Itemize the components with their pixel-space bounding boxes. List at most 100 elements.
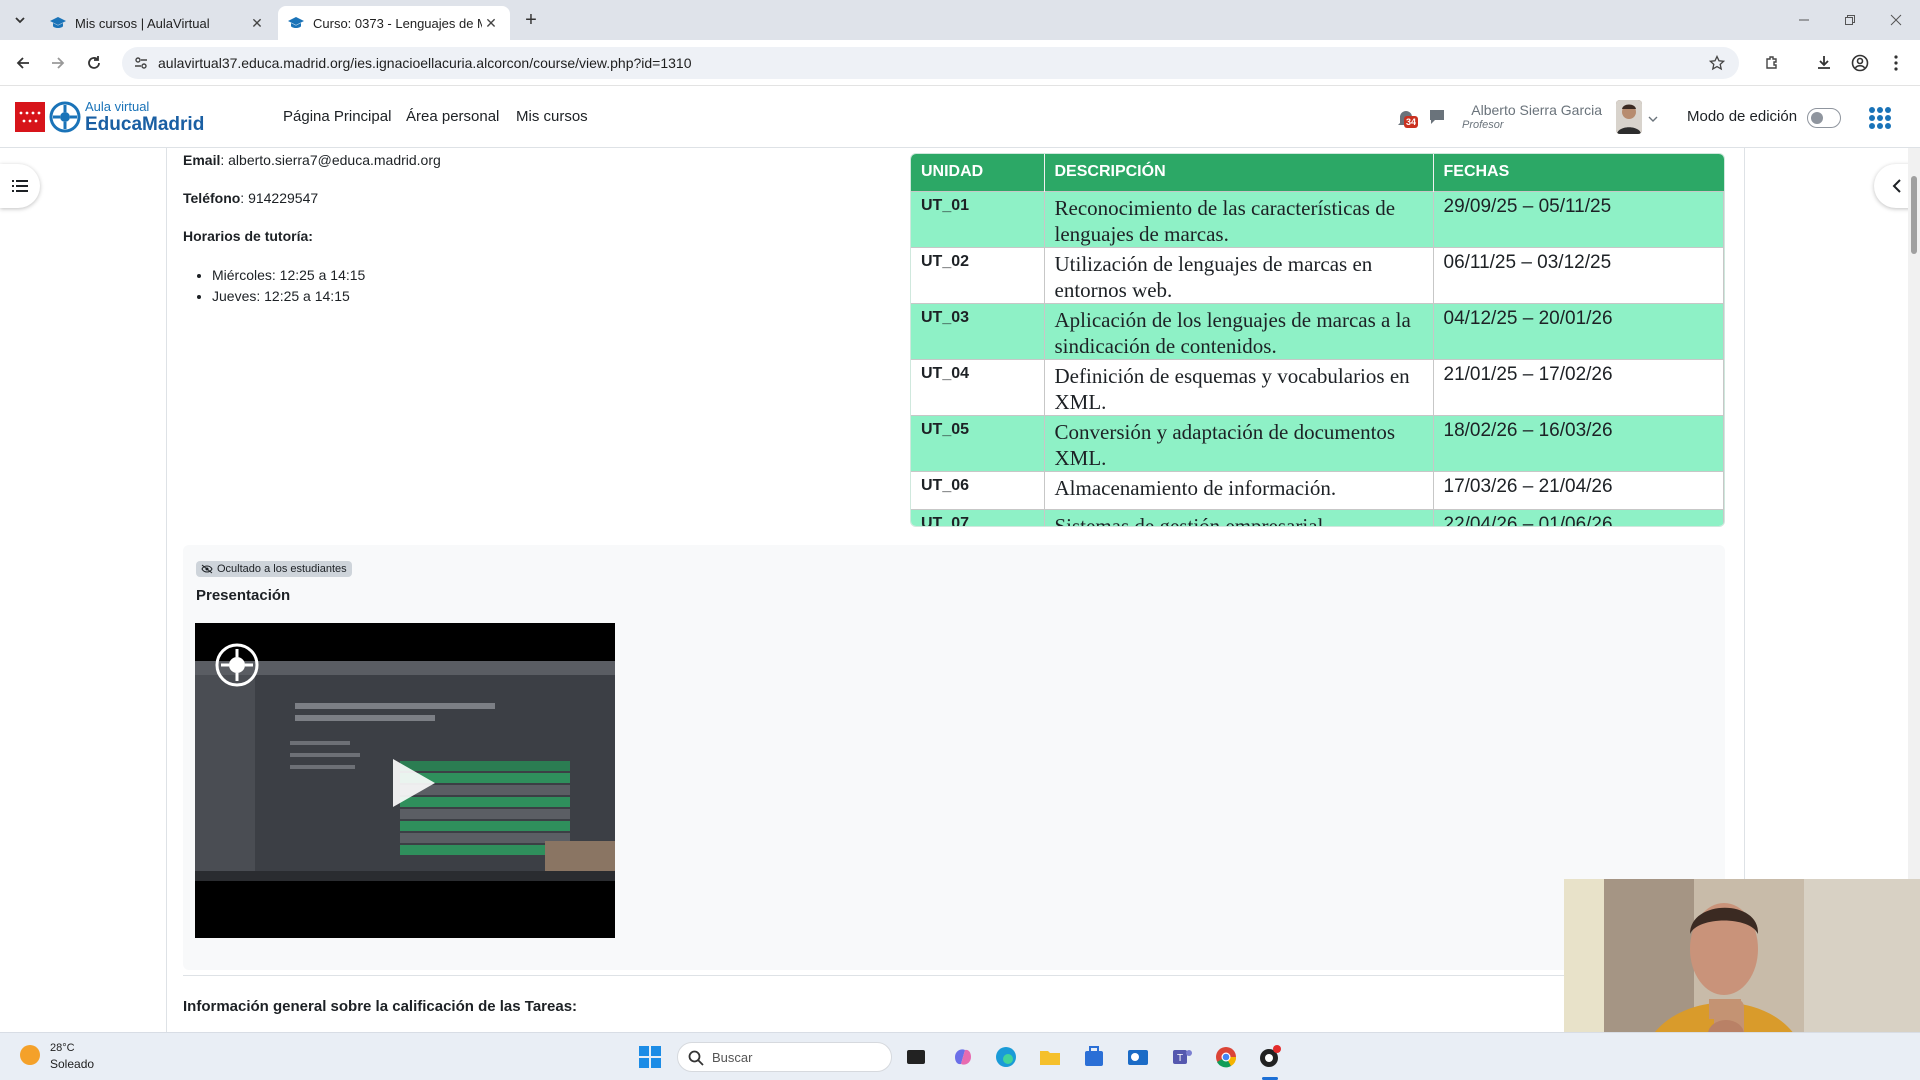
close-tab-icon[interactable]: ✕ — [482, 14, 500, 32]
new-tab-button[interactable]: + — [520, 9, 542, 31]
email-label: Email — [183, 152, 221, 168]
table-row: UT_02 Utilización de lenguajes de marcas… — [911, 246, 1724, 303]
unit-cell: UT_07 — [911, 508, 1045, 526]
bookmark-star-icon[interactable] — [1709, 55, 1725, 71]
edit-mode-label: Modo de edición — [1687, 108, 1798, 125]
play-icon[interactable] — [381, 753, 441, 813]
logo-title: EducaMadrid — [85, 114, 205, 135]
video-channel-logo-icon — [215, 643, 259, 687]
dates-cell: 29/09/25 – 05/11/25 — [1433, 190, 1724, 247]
dates-cell: 04/12/25 – 20/01/26 — [1433, 302, 1724, 359]
description-cell: Sistemas de gestión empresarial. — [1044, 508, 1434, 526]
logo-subtitle: Aula virtual — [85, 99, 150, 114]
chevron-left-icon — [1892, 179, 1901, 193]
madrid-flag-icon — [15, 102, 45, 132]
download-icon[interactable] — [1812, 51, 1836, 75]
table-row: UT_01 Reconocimiento de las característi… — [911, 190, 1724, 247]
description-cell: Utilización de lenguajes de marcas en en… — [1044, 246, 1434, 303]
table-row: UT_05 Conversión y adaptación de documen… — [911, 414, 1724, 471]
presentation-title: Presentación — [196, 587, 291, 604]
task-view-icon[interactable] — [904, 1045, 928, 1069]
browser-menu-icon[interactable] — [1884, 51, 1908, 75]
presentation-video[interactable] — [195, 623, 615, 938]
description-cell: Conversión y adaptación de documentos XM… — [1044, 414, 1434, 471]
edge-browser-icon[interactable] — [994, 1045, 1018, 1069]
taskbar-search[interactable]: Buscar — [677, 1042, 892, 1072]
notification-count-badge: 34 — [1404, 116, 1419, 128]
tutoring-hours-label: Horarios de tutoría: — [183, 228, 313, 244]
extensions-icon[interactable] — [1760, 51, 1784, 75]
user-menu-chevron-icon[interactable] — [1648, 115, 1658, 123]
chrome-icon[interactable] — [1214, 1045, 1238, 1069]
tab-search-button[interactable] — [8, 8, 32, 32]
unit-cell: UT_04 — [911, 358, 1045, 415]
profile-icon[interactable] — [1848, 51, 1872, 75]
site-settings-icon[interactable] — [134, 56, 148, 70]
nav-area-personal[interactable]: Área personal — [406, 108, 499, 125]
phone-label: Teléfono — [183, 190, 241, 206]
column-header-descripcion: DESCRIPCIÓN — [1044, 154, 1434, 191]
hidden-from-students-badge: Ocultado a los estudiantes — [196, 561, 352, 577]
email-line: Email: alberto.sierra7@educa.madrid.org — [183, 152, 441, 168]
close-window-icon[interactable] — [1884, 8, 1908, 32]
windows-taskbar: 28°C Soleado Buscar T — [0, 1032, 1920, 1080]
graduation-cap-icon — [50, 17, 66, 28]
weather-temperature: 28°C — [50, 1042, 75, 1054]
restore-icon[interactable] — [1838, 8, 1862, 32]
table-row: UT_04 Definición de esquemas y vocabular… — [911, 358, 1724, 415]
dates-cell: 06/11/25 – 03/12/25 — [1433, 246, 1724, 303]
chevron-down-icon — [15, 17, 25, 24]
edit-mode-toggle[interactable] — [1807, 108, 1841, 128]
dates-cell: 17/03/26 – 21/04/26 — [1433, 470, 1724, 509]
unit-cell: UT_06 — [911, 470, 1045, 509]
unit-cell: UT_02 — [911, 246, 1045, 303]
apps-grid-icon[interactable] — [1868, 106, 1892, 130]
weather-condition: Soleado — [50, 1057, 95, 1071]
screen-recorder-icon[interactable] — [1258, 1045, 1282, 1069]
minimize-icon[interactable] — [1792, 8, 1816, 32]
message-icon[interactable] — [1428, 108, 1446, 126]
description-cell: Aplicación de los lenguajes de marcas a … — [1044, 302, 1434, 359]
nav-pagina-principal[interactable]: Página Principal — [283, 108, 391, 125]
email-link[interactable]: : alberto.sierra7@educa.madrid.org — [220, 152, 440, 168]
sun-icon[interactable] — [20, 1045, 40, 1065]
unit-cell: UT_03 — [911, 302, 1045, 359]
grading-info-heading: Información general sobre la calificació… — [183, 998, 578, 1015]
scrollbar-thumb[interactable] — [1911, 176, 1917, 254]
table-row: UT_03 Aplicación de los lenguajes de mar… — [911, 302, 1724, 359]
dates-cell: 18/02/26 – 16/03/26 — [1433, 414, 1724, 471]
close-tab-icon[interactable]: ✕ — [248, 14, 266, 32]
phone-value: : 914229547 — [240, 190, 319, 206]
address-bar[interactable]: aulavirtual37.educa.madrid.org/ies.ignac… — [122, 47, 1739, 79]
tab-mis-cursos[interactable]: Mis cursos | AulaVirtual ✕ — [40, 6, 276, 40]
forward-icon[interactable] — [46, 51, 70, 75]
tab-curso-0373[interactable]: Curso: 0373 - Lenguajes de Ma ✕ — [278, 6, 510, 40]
outlook-icon[interactable] — [1126, 1045, 1150, 1069]
user-name: Alberto Sierra Garcia — [1471, 102, 1602, 118]
educamadrid-logo[interactable]: Aula virtual EducaMadrid — [15, 100, 204, 134]
copilot-icon[interactable] — [951, 1045, 975, 1069]
reload-icon[interactable] — [82, 51, 106, 75]
url-text: aulavirtual37.educa.madrid.org/ies.ignac… — [158, 55, 692, 71]
table-header-row: UNIDAD DESCRIPCIÓN FECHAS — [911, 154, 1724, 191]
course-index-toggle[interactable] — [0, 164, 40, 208]
dates-cell: 22/04/26 – 01/06/26 — [1433, 508, 1724, 526]
description-cell: Almacenamiento de información. — [1044, 470, 1434, 509]
file-explorer-icon[interactable] — [1038, 1045, 1062, 1069]
eye-slash-icon — [201, 564, 213, 574]
search-placeholder: Buscar — [712, 1050, 753, 1065]
avatar[interactable] — [1616, 100, 1642, 134]
windows-start-icon[interactable] — [638, 1045, 662, 1069]
dates-cell: 21/01/25 – 17/02/26 — [1433, 358, 1724, 415]
user-role: Profesor — [1462, 119, 1504, 131]
nav-mis-cursos[interactable]: Mis cursos — [516, 108, 588, 125]
browser-tab-bar: Mis cursos | AulaVirtual ✕ Curso: 0373 -… — [0, 0, 1920, 40]
back-icon[interactable] — [11, 51, 35, 75]
store-icon[interactable] — [1082, 1045, 1106, 1069]
tab-title: Curso: 0373 - Lenguajes de Ma — [313, 15, 482, 31]
svg-text:T: T — [1177, 1053, 1183, 1064]
unit-cell: UT_05 — [911, 414, 1045, 471]
description-cell: Reconocimiento de las características de… — [1044, 190, 1434, 247]
column-header-unidad: UNIDAD — [911, 154, 1045, 191]
teams-icon[interactable]: T — [1170, 1045, 1194, 1069]
